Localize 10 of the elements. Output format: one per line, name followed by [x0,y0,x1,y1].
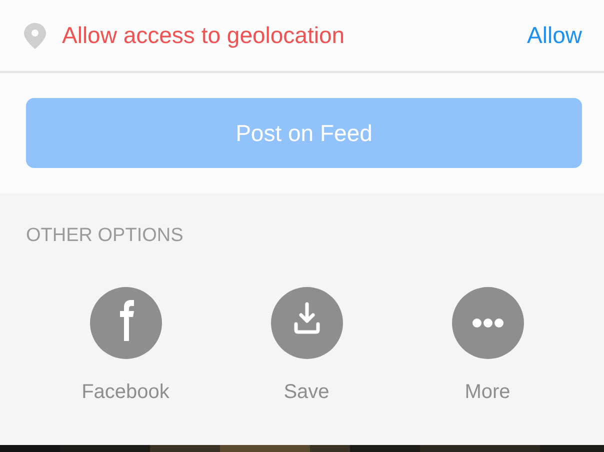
location-pin-icon [24,22,46,48]
geolocation-message: Allow access to geolocation [62,22,346,49]
more-icon [452,287,524,359]
share-option[interactable]: More [397,287,578,404]
share-option[interactable]: Save [216,287,397,404]
share-option[interactable]: Facebook [35,287,216,404]
allow-button[interactable]: Allow [527,22,582,49]
section-heading: OTHER OPTIONS [26,225,184,247]
facebook-icon [90,287,162,359]
download-icon [270,287,342,359]
